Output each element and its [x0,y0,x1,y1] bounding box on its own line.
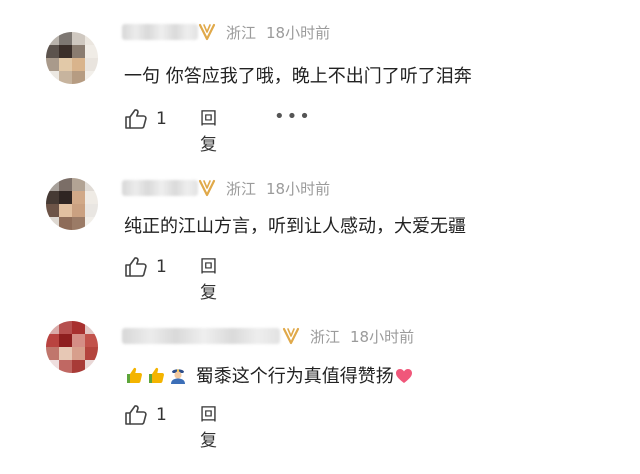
avatar-pixel [46,178,59,191]
comment-text: 蜀黍这个行为真值得赞扬 [195,366,394,387]
username-blurred[interactable] [122,24,198,40]
avatar-pixel [72,32,85,45]
avatar-pixel [46,191,59,204]
comment-time: 18小时前 [350,328,415,346]
comment-text-row: 蜀黍这个行为真值得赞扬 [124,364,415,390]
avatar-pixel [72,58,85,71]
avatar-pixel [46,334,59,347]
avatar-pixel [59,334,72,347]
avatar-pixel [59,178,72,191]
like-count: 1 [156,405,167,425]
avatar-pixel [85,45,98,58]
avatar-pixel [72,321,85,334]
avatar-pixel [46,71,59,84]
avatar-pixel [59,217,72,230]
comment-item: 浙江 18小时前 蜀黍这个行为真值得赞扬 1 回复 [0,321,640,474]
comment-meta: 浙江 18小时前 [226,178,330,200]
avatar-pixel [72,334,85,347]
avatar-pixel [72,191,85,204]
avatar-pixel [46,32,59,45]
avatar-pixel [59,32,72,45]
avatar-pixel [46,45,59,58]
vip-badge-icon [282,327,300,345]
reply-button[interactable]: 回复 [200,106,217,158]
avatar-pixel [72,204,85,217]
avatar-pixel [85,204,98,217]
thumbs-up-emoji-icon [127,367,142,383]
more-options-button[interactable]: ••• [274,104,312,130]
avatar-pixel [72,347,85,360]
avatar-pixel [72,71,85,84]
avatar-pixel [46,360,59,373]
comment-item: 浙江 18小时前 一句 你答应我了哦，晚上不出门了听了泪奔 1 回复 ••• [0,22,640,170]
thumbs-up-icon[interactable] [124,108,148,130]
police-officer-emoji-icon [171,369,185,384]
avatar-pixel [85,191,98,204]
comment-location: 浙江 [226,24,257,42]
comment-location: 浙江 [310,328,341,346]
heart-emoji-icon [395,369,412,383]
like-count: 1 [156,257,167,277]
avatar-pixel [59,191,72,204]
avatar-pixel [85,334,98,347]
avatar-pixel [46,217,59,230]
reply-button[interactable]: 回复 [200,254,217,306]
comment-meta: 浙江 18小时前 [226,22,330,44]
avatar-pixel [46,321,59,334]
avatar-pixel [85,58,98,71]
avatar-pixel [46,347,59,360]
thumbs-up-icon[interactable] [124,256,148,278]
avatar-pixel [59,204,72,217]
username-blurred[interactable] [122,180,198,196]
avatar-pixel [59,71,72,84]
vip-badge-icon [198,23,216,41]
username-blurred[interactable] [122,328,280,344]
thumbs-up-icon[interactable] [124,404,148,426]
avatar-pixel [72,360,85,373]
comment-time: 18小时前 [266,24,331,42]
like-count: 1 [156,109,167,129]
avatar-pixel [46,204,59,217]
reply-button[interactable]: 回复 [200,402,217,454]
avatar-pixel [85,178,98,191]
comment-item: 浙江 18小时前 纯正的江山方言，听到让人感动，大爱无疆 1 回复 [0,178,640,326]
avatar[interactable] [46,32,98,84]
avatar-pixel [85,347,98,360]
avatar-pixel [59,58,72,71]
avatar-pixel [85,360,98,373]
avatar-pixel [85,32,98,45]
avatar-pixel [85,321,98,334]
avatar-pixel [72,217,85,230]
avatar-pixel [85,71,98,84]
avatar-pixel [46,58,59,71]
avatar-pixel [59,347,72,360]
avatar-pixel [85,217,98,230]
comment-time: 18小时前 [266,180,331,198]
comment-text: 纯正的江山方言，听到让人感动，大爱无疆 [124,216,466,237]
avatar-pixel [59,360,72,373]
comment-meta: 浙江 18小时前 [310,326,414,348]
avatar-pixel [72,45,85,58]
avatar-pixel [59,45,72,58]
avatar[interactable] [46,321,98,373]
comment-location: 浙江 [226,180,257,198]
vip-badge-icon [198,179,216,197]
avatar-pixel [59,321,72,334]
avatar[interactable] [46,178,98,230]
avatar-pixel [72,178,85,191]
thumbs-up-emoji-icon [149,367,164,383]
comment-text: 一句 你答应我了哦，晚上不出门了听了泪奔 [124,66,472,87]
